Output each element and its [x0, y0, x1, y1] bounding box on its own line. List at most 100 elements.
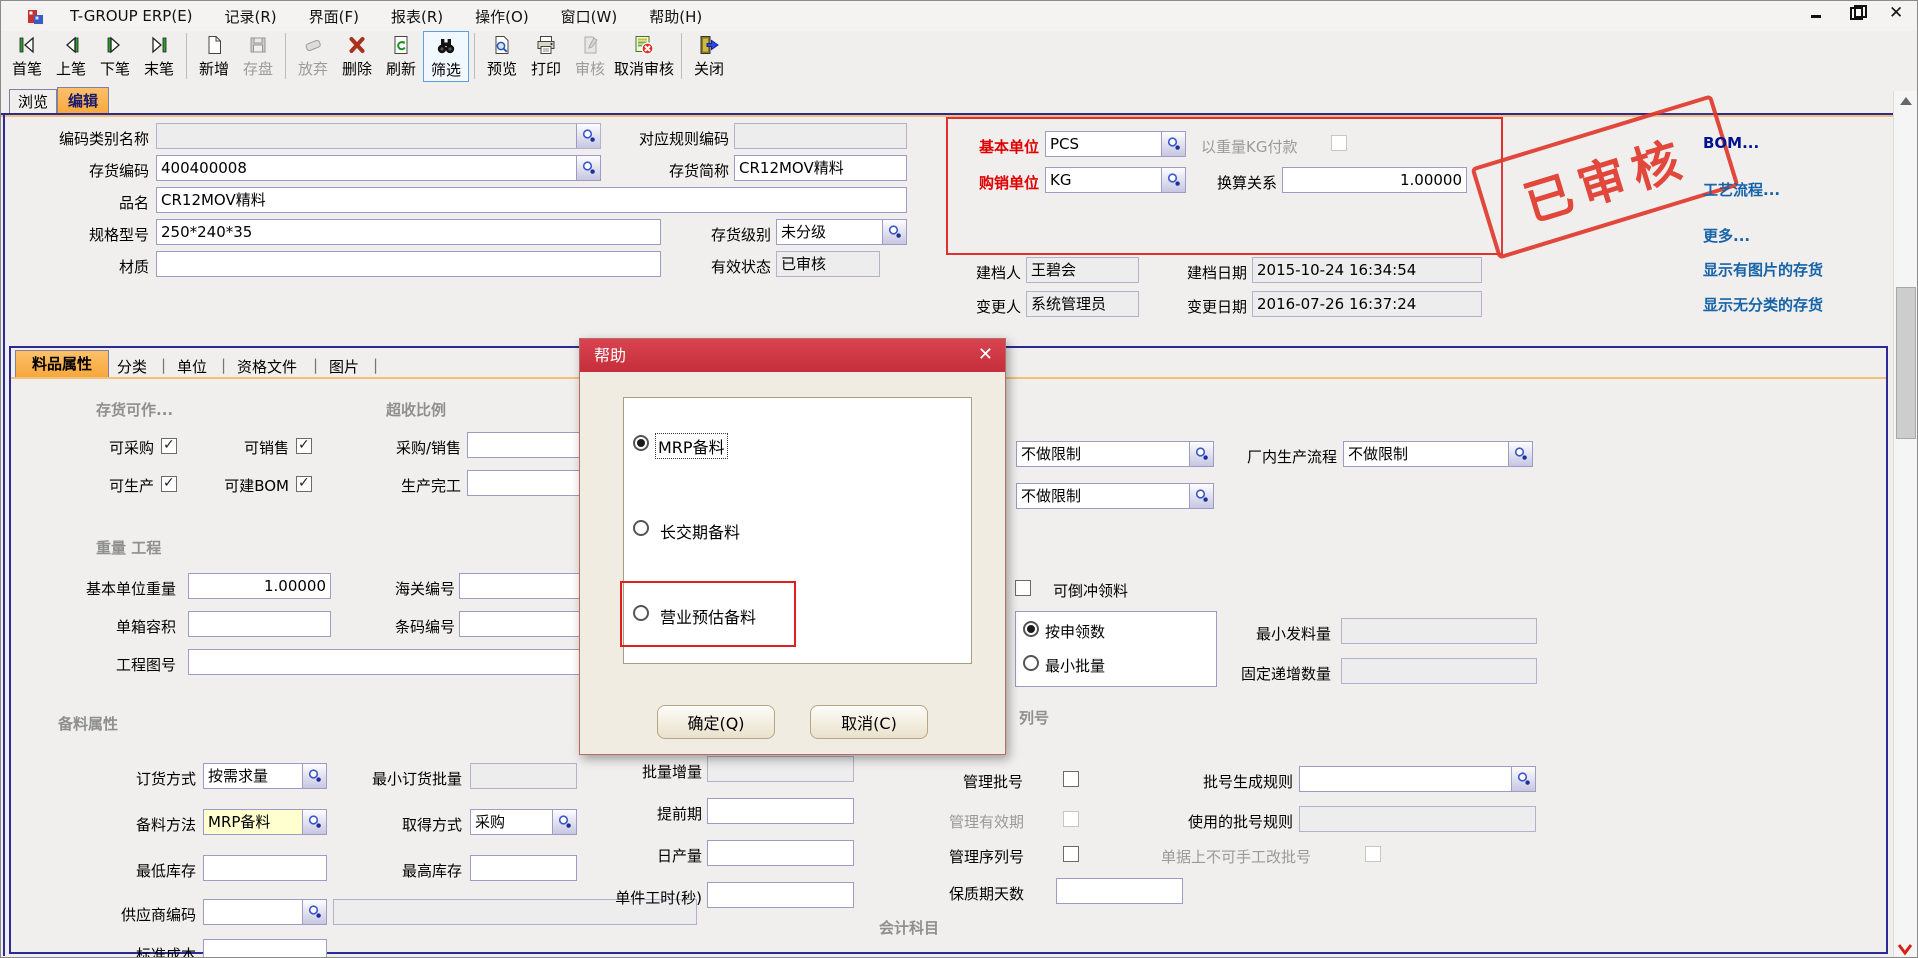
item-short-name-field[interactable]: CR12MOV精料 [734, 155, 907, 181]
min-batch-radio[interactable] [1023, 655, 1039, 671]
menu-item-app[interactable]: T-GROUP ERP(E) [54, 3, 209, 29]
dialog-title-bar[interactable]: 帮助 [580, 339, 1005, 372]
first-record-button[interactable]: 首笔 [5, 31, 49, 80]
menu-item-help[interactable]: 帮助(H) [633, 2, 718, 31]
acquire-mode-field[interactable]: 采购 [470, 809, 577, 835]
long-lead-backup-radio[interactable] [633, 520, 649, 536]
tab-images[interactable]: 图片 [329, 356, 373, 377]
can-produce-checkbox[interactable] [161, 476, 177, 492]
conversion-field[interactable]: 1.00000 [1282, 167, 1467, 193]
tab-browse[interactable]: 浏览 [9, 89, 57, 114]
close-form-button[interactable]: 关闭 [687, 31, 731, 80]
backup-method-field[interactable]: MRP备料 [203, 809, 327, 835]
filter-button[interactable]: 筛选 [423, 31, 469, 82]
item-name-field[interactable]: CR12MOV精料 [156, 187, 907, 213]
dialog-cancel-button[interactable]: 取消(C) [810, 705, 928, 739]
spec-field[interactable]: 250*240*35 [156, 219, 661, 245]
lookup-icon[interactable] [302, 810, 326, 834]
more-link[interactable]: 更多... [1703, 225, 1750, 246]
by-apply-radio[interactable] [1023, 621, 1039, 637]
menu-item-window[interactable]: 窗口(W) [545, 2, 634, 31]
print-button[interactable]: 打印 [524, 31, 568, 80]
can-bom-checkbox[interactable] [296, 476, 312, 492]
manage-batch-checkbox[interactable] [1063, 771, 1079, 787]
lookup-icon[interactable] [576, 124, 600, 148]
can-sell-checkbox[interactable] [296, 438, 312, 454]
scroll-down-red-icon[interactable] [1896, 943, 1914, 957]
lookup-icon[interactable] [576, 156, 600, 180]
daily-output-field[interactable] [707, 840, 854, 866]
material-label: 材质 [1, 256, 149, 277]
batch-rule-field[interactable] [1299, 766, 1536, 792]
shelf-days-field[interactable] [1056, 878, 1183, 904]
refresh-button[interactable]: 刷新 [379, 31, 423, 80]
scrollbar-thumb[interactable] [1896, 287, 1916, 439]
tab-item-attributes[interactable]: 料品属性 [15, 350, 109, 377]
preview-button[interactable]: 预览 [480, 31, 524, 80]
trade-unit-field[interactable]: KG [1045, 167, 1186, 193]
minimize-button[interactable] [1809, 5, 1825, 21]
base-unit-weight-field[interactable]: 1.00000 [188, 573, 331, 599]
rule-code-field[interactable] [734, 123, 907, 149]
can-purchase-checkbox[interactable] [161, 438, 177, 454]
lookup-icon[interactable] [1161, 168, 1185, 192]
item-level-field[interactable]: 未分级 [776, 219, 907, 245]
tab-qualification-files[interactable]: 资格文件 [237, 356, 313, 377]
order-mode-field[interactable]: 按需求量 [203, 763, 327, 789]
nav-next-icon [104, 32, 126, 58]
dialog-ok-button[interactable]: 确定(Q) [657, 705, 775, 739]
supplier-code-field[interactable] [203, 899, 327, 925]
box-volume-field[interactable] [188, 611, 331, 637]
std-cost-field[interactable] [203, 939, 327, 958]
next-record-button[interactable]: 下笔 [93, 31, 137, 80]
creator-field: 王碧会 [1026, 257, 1139, 283]
lead-time-field[interactable] [707, 798, 854, 824]
cancel-audit-button[interactable]: 取消审核 [612, 31, 676, 80]
lookup-icon[interactable] [1189, 442, 1213, 466]
delete-button[interactable]: 删除 [335, 31, 379, 80]
bom-link[interactable]: BOM... [1703, 134, 1759, 152]
limit-field-1[interactable]: 不做限制 [1016, 441, 1214, 467]
dialog-close-icon[interactable]: ✕ [978, 345, 993, 365]
prev-record-button[interactable]: 上笔 [49, 31, 93, 80]
tab-units[interactable]: 单位 [177, 356, 221, 377]
tab-classification[interactable]: 分类 [117, 356, 161, 377]
lookup-icon[interactable] [1161, 132, 1185, 156]
show-with-image-link[interactable]: 显示有图片的存货 [1703, 259, 1823, 280]
scroll-up-icon[interactable] [1900, 97, 1912, 105]
coding-category-field[interactable] [156, 123, 601, 149]
factory-flow-field[interactable]: 不做限制 [1343, 441, 1533, 467]
tab-edit[interactable]: 编辑 [57, 87, 109, 114]
manage-serial-checkbox[interactable] [1063, 846, 1079, 862]
min-stock-field[interactable] [203, 855, 327, 881]
lookup-icon[interactable] [1511, 767, 1535, 791]
vertical-scrollbar[interactable] [1893, 91, 1917, 958]
lookup-icon[interactable] [552, 810, 576, 834]
item-code-field[interactable]: 400400008 [156, 155, 601, 181]
last-record-button[interactable]: 末笔 [137, 31, 181, 80]
menu-item-ui[interactable]: 界面(F) [293, 2, 375, 31]
menu-item-record[interactable]: 记录(R) [209, 2, 293, 31]
lookup-icon[interactable] [302, 900, 326, 924]
restore-button[interactable] [1849, 5, 1865, 21]
modifier-field: 系统管理员 [1026, 291, 1139, 317]
lookup-icon[interactable] [1508, 442, 1532, 466]
close-window-button[interactable]: ✕ [1889, 5, 1905, 21]
show-unclassified-link[interactable]: 显示无分类的存货 [1703, 294, 1823, 315]
lookup-icon[interactable] [882, 220, 906, 244]
menu-item-report[interactable]: 报表(R) [375, 2, 459, 31]
menu-item-operate[interactable]: 操作(O) [459, 2, 545, 31]
limit-field-2[interactable]: 不做限制 [1016, 483, 1214, 509]
process-flow-link[interactable]: 工艺流程... [1703, 179, 1780, 200]
long-lead-backup-label[interactable]: 长交期备料 [660, 519, 740, 543]
mrp-backup-label[interactable]: MRP备料 [656, 434, 727, 458]
mrp-backup-radio[interactable] [633, 435, 649, 451]
lookup-icon[interactable] [302, 764, 326, 788]
unit-hours-field[interactable] [707, 882, 854, 908]
lookup-icon[interactable] [1189, 484, 1213, 508]
base-unit-field[interactable]: PCS [1045, 131, 1186, 157]
backflush-checkbox[interactable] [1015, 580, 1031, 596]
max-stock-field[interactable] [470, 855, 577, 881]
material-field[interactable] [156, 251, 661, 277]
new-button[interactable]: 新增 [192, 31, 236, 80]
